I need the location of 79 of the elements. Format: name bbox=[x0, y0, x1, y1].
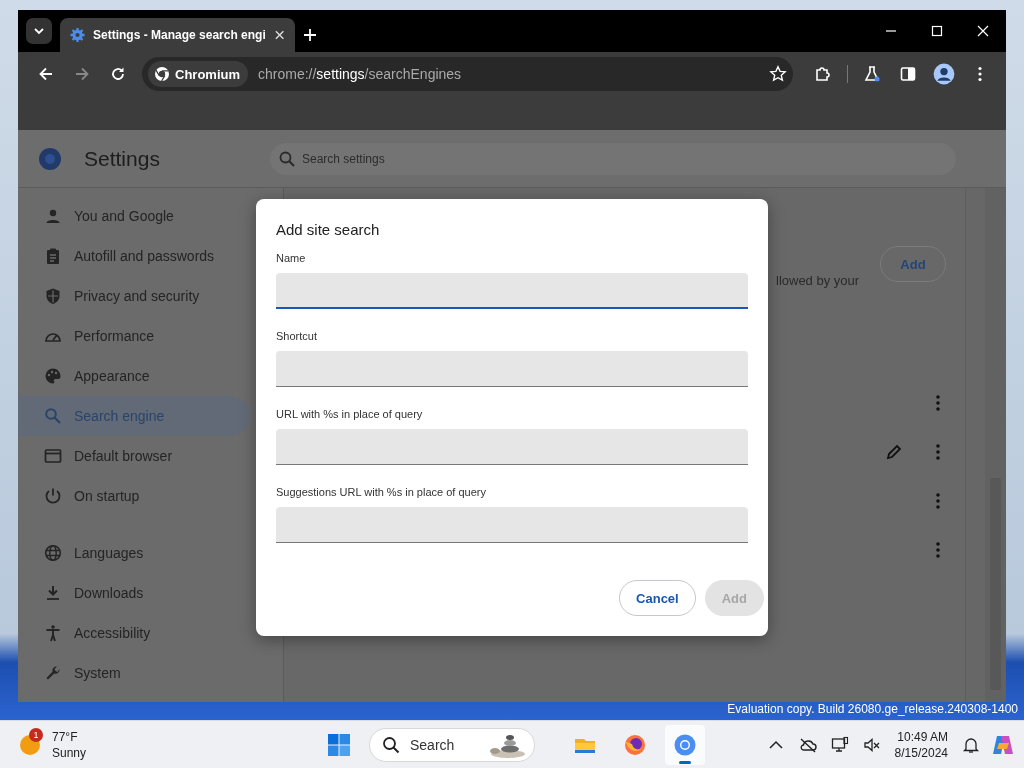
download-icon bbox=[44, 584, 62, 602]
input-field[interactable] bbox=[276, 429, 748, 465]
cancel-button[interactable]: Cancel bbox=[619, 580, 696, 616]
more-options-icon[interactable] bbox=[935, 540, 941, 559]
field-label: Name bbox=[276, 252, 307, 264]
search-settings-field[interactable]: Search settings bbox=[270, 142, 956, 175]
taskbar-search-field[interactable]: Search bbox=[369, 727, 535, 762]
temperature-text: 77°F bbox=[52, 728, 79, 745]
star-icon[interactable] bbox=[769, 65, 787, 83]
chromium-app-button[interactable] bbox=[665, 724, 705, 765]
chevron-down-icon bbox=[33, 25, 45, 37]
search-icon bbox=[44, 407, 62, 425]
speaker-muted-icon[interactable] bbox=[862, 735, 881, 754]
sidebar-item[interactable]: You and Google bbox=[18, 196, 250, 236]
page-title: Settings bbox=[84, 146, 161, 171]
wrench-icon bbox=[44, 664, 62, 682]
globe-icon bbox=[44, 544, 62, 562]
more-options-icon[interactable] bbox=[935, 491, 941, 510]
sidebar-item[interactable]: Accessibility bbox=[18, 613, 250, 653]
url-text: chrome://settings/searchEngines bbox=[258, 66, 463, 82]
notification-badge: 1 bbox=[29, 727, 43, 742]
more-options-icon[interactable] bbox=[935, 393, 941, 412]
bell-icon[interactable] bbox=[962, 735, 980, 754]
person-icon bbox=[44, 207, 62, 225]
search-icon bbox=[382, 735, 400, 754]
more-options-icon[interactable] bbox=[935, 442, 941, 461]
sidebar-item[interactable]: Appearance bbox=[18, 356, 250, 396]
side-panel-icon[interactable] bbox=[899, 65, 917, 83]
build-watermark-text: Evaluation copy. Build 26080.ge_release.240308-1400 bbox=[727, 702, 1018, 716]
sidebar-item[interactable]: Search engine bbox=[18, 396, 250, 436]
browser-window-icon bbox=[44, 447, 62, 465]
tab-search-button[interactable] bbox=[26, 18, 52, 44]
sidebar-item[interactable]: Privacy and security bbox=[18, 276, 250, 316]
clipboard-icon bbox=[44, 247, 62, 265]
sidebar-item[interactable]: System bbox=[18, 653, 250, 693]
puzzle-icon[interactable] bbox=[814, 65, 832, 83]
browser-tab[interactable]: Settings - Manage search engi bbox=[60, 18, 295, 52]
power-icon bbox=[44, 487, 62, 505]
maximize-icon[interactable] bbox=[931, 25, 943, 37]
shield-icon bbox=[44, 287, 62, 305]
clock-time: 10:49 AM bbox=[897, 728, 948, 745]
close-icon bbox=[273, 29, 285, 41]
description-text: llowed by your bbox=[776, 273, 860, 288]
gear-icon bbox=[70, 27, 85, 43]
weather-condition-text: Sunny bbox=[52, 744, 87, 761]
scrollbar[interactable] bbox=[985, 188, 1006, 702]
settings-logo-icon bbox=[38, 146, 62, 171]
firefox-logo-icon[interactable] bbox=[623, 732, 647, 757]
chromium-logo-icon bbox=[154, 66, 170, 82]
dialog-title: Add site search bbox=[276, 221, 381, 238]
monitor-icon[interactable] bbox=[830, 735, 849, 754]
forward-arrow-icon[interactable] bbox=[73, 65, 91, 83]
sidebar-item[interactable]: Languages bbox=[18, 533, 250, 573]
sidebar-item[interactable]: Default browser bbox=[18, 436, 250, 476]
site-chip[interactable]: Chromium bbox=[148, 61, 248, 87]
input-field[interactable] bbox=[276, 351, 748, 387]
sidebar-item[interactable]: On startup bbox=[18, 476, 250, 516]
input-field[interactable] bbox=[276, 507, 748, 543]
windows-logo-icon bbox=[327, 732, 351, 757]
pencil-icon[interactable] bbox=[885, 442, 903, 461]
field-label: URL with %s in place of query bbox=[276, 408, 424, 420]
field-label: Suggestions URL with %s in place of query bbox=[276, 486, 487, 498]
input-field[interactable] bbox=[276, 273, 748, 309]
flask-icon[interactable] bbox=[863, 65, 881, 83]
close-icon[interactable] bbox=[977, 25, 989, 37]
sidebar-item[interactable]: Performance bbox=[18, 316, 250, 356]
clock-date: 8/15/2024 bbox=[894, 744, 948, 761]
back-arrow-icon[interactable] bbox=[37, 65, 55, 83]
palette-icon bbox=[44, 367, 62, 385]
sidebar-item[interactable]: Autofill and passwords bbox=[18, 236, 250, 276]
field-label: Shortcut bbox=[276, 330, 318, 342]
sidebar-item[interactable]: Downloads bbox=[18, 573, 250, 613]
chromium-logo-icon[interactable] bbox=[673, 732, 697, 757]
plus-icon bbox=[303, 28, 317, 42]
reload-icon[interactable] bbox=[109, 65, 127, 83]
search-icon bbox=[278, 149, 296, 168]
address-bar[interactable]: Chromium chrome://settings/searchEngines bbox=[142, 57, 793, 91]
new-tab-button[interactable] bbox=[303, 28, 317, 42]
accessibility-icon bbox=[44, 624, 62, 642]
